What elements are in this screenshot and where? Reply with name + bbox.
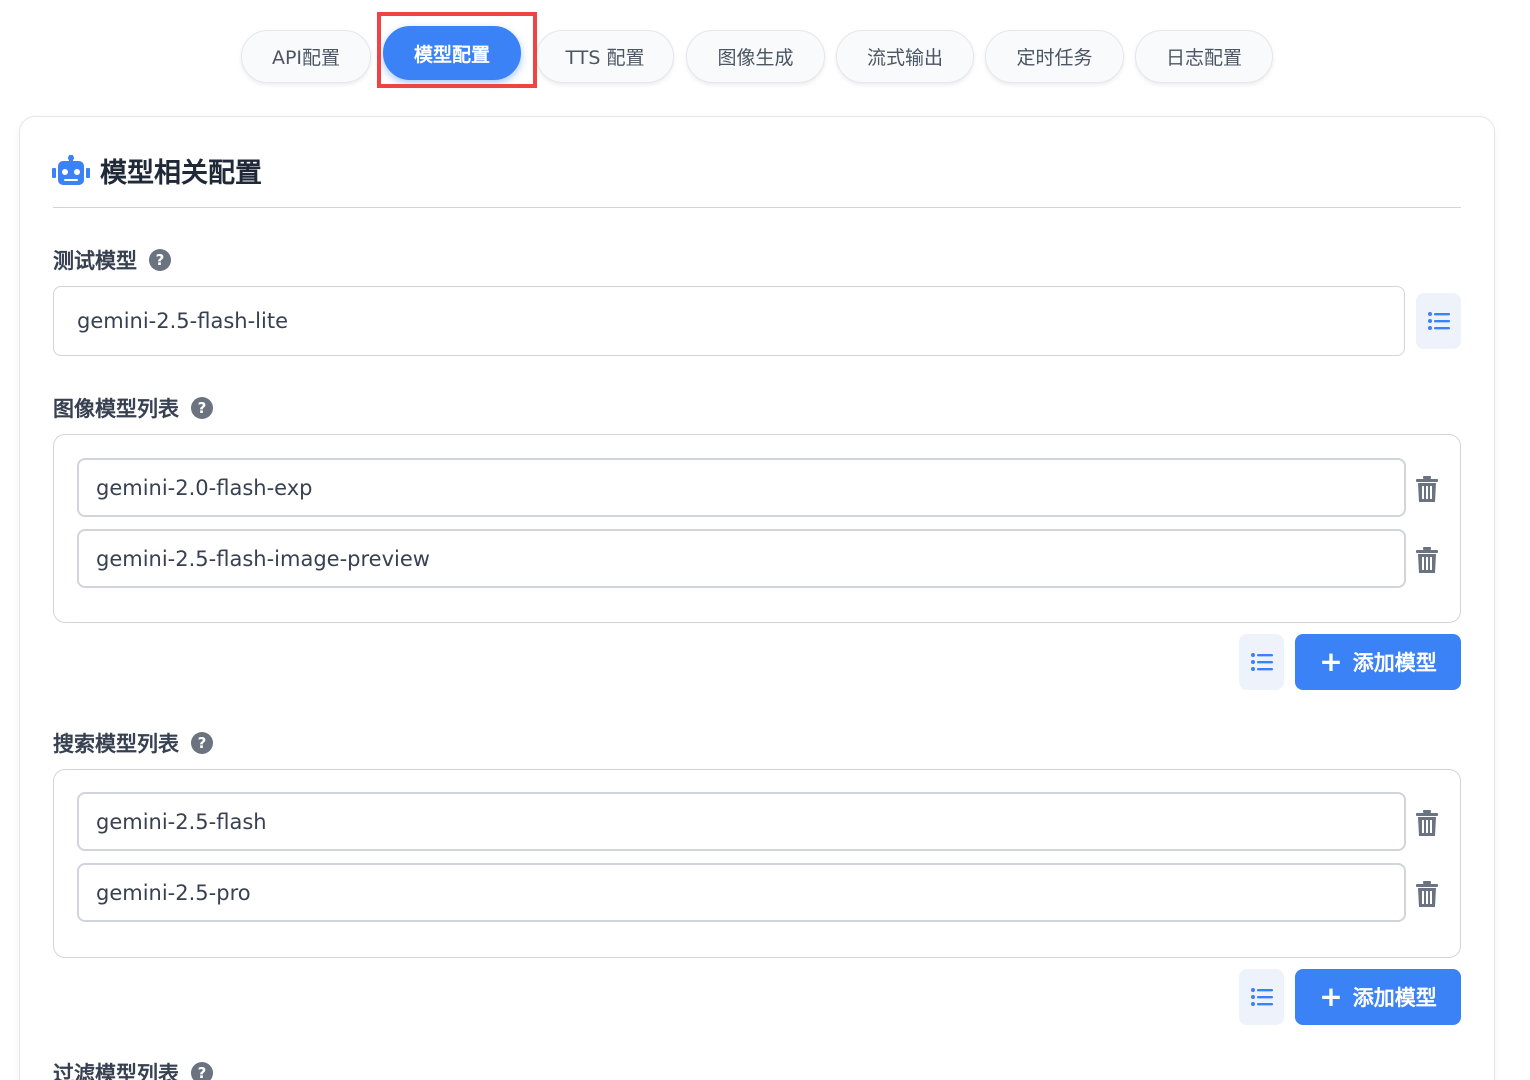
search-models-label: 搜索模型列表 ? xyxy=(53,728,213,758)
list-icon xyxy=(1427,312,1450,330)
label-text: 过滤模型列表 xyxy=(53,1062,179,1080)
plus-icon: + xyxy=(1319,645,1343,678)
trash-icon[interactable] xyxy=(1416,881,1438,907)
tab-image-gen[interactable]: 图像生成 xyxy=(686,30,825,83)
help-icon[interactable]: ? xyxy=(191,732,213,754)
filter-models-label: 过滤模型列表 ? xyxy=(53,1058,213,1080)
add-button-label: 添加模型 xyxy=(1352,986,1437,1010)
search-model-input[interactable] xyxy=(77,792,1406,851)
plus-icon: + xyxy=(1319,980,1343,1013)
tab-label: 流式输出 xyxy=(866,47,943,69)
trash-icon[interactable] xyxy=(1416,547,1438,573)
tab-model[interactable]: 模型配置 xyxy=(383,26,521,80)
tab-label: TTS 配置 xyxy=(565,47,645,69)
trash-icon[interactable] xyxy=(1416,476,1438,502)
label-text: 测试模型 xyxy=(53,249,137,273)
robot-icon xyxy=(52,155,90,185)
tab-tts[interactable]: TTS 配置 xyxy=(536,30,674,83)
search-model-list-button[interactable] xyxy=(1239,969,1284,1025)
list-icon xyxy=(1250,653,1273,671)
model-list-button[interactable] xyxy=(1416,293,1461,349)
test-model-input[interactable] xyxy=(53,286,1405,356)
section-title: 模型相关配置 xyxy=(100,158,262,189)
tab-streaming[interactable]: 流式输出 xyxy=(836,30,974,83)
image-model-input[interactable] xyxy=(77,529,1406,588)
label-text: 图像模型列表 xyxy=(53,397,179,421)
image-models-label: 图像模型列表 ? xyxy=(53,393,213,423)
section-divider xyxy=(53,207,1461,208)
tab-label: 图像生成 xyxy=(717,47,794,69)
tab-api[interactable]: API配置 xyxy=(241,30,371,83)
add-search-model-button[interactable]: + 添加模型 xyxy=(1295,969,1461,1025)
label-text: 搜索模型列表 xyxy=(53,732,179,756)
help-icon[interactable]: ? xyxy=(191,397,213,419)
help-icon[interactable]: ? xyxy=(149,249,171,271)
image-model-input[interactable] xyxy=(77,458,1406,517)
tab-label: 模型配置 xyxy=(413,43,490,66)
tab-logging[interactable]: 日志配置 xyxy=(1135,30,1273,83)
trash-icon[interactable] xyxy=(1416,810,1438,836)
tab-label: 日志配置 xyxy=(1165,47,1242,69)
tab-label: API配置 xyxy=(271,47,341,69)
add-button-label: 添加模型 xyxy=(1352,651,1437,675)
list-icon xyxy=(1250,988,1273,1006)
tab-scheduled[interactable]: 定时任务 xyxy=(985,30,1124,83)
help-icon[interactable]: ? xyxy=(191,1062,213,1080)
test-model-label: 测试模型 ? xyxy=(53,245,171,275)
tab-label: 定时任务 xyxy=(1016,47,1093,69)
search-model-input[interactable] xyxy=(77,863,1406,922)
image-model-list-button[interactable] xyxy=(1239,634,1284,690)
add-image-model-button[interactable]: + 添加模型 xyxy=(1295,634,1461,690)
